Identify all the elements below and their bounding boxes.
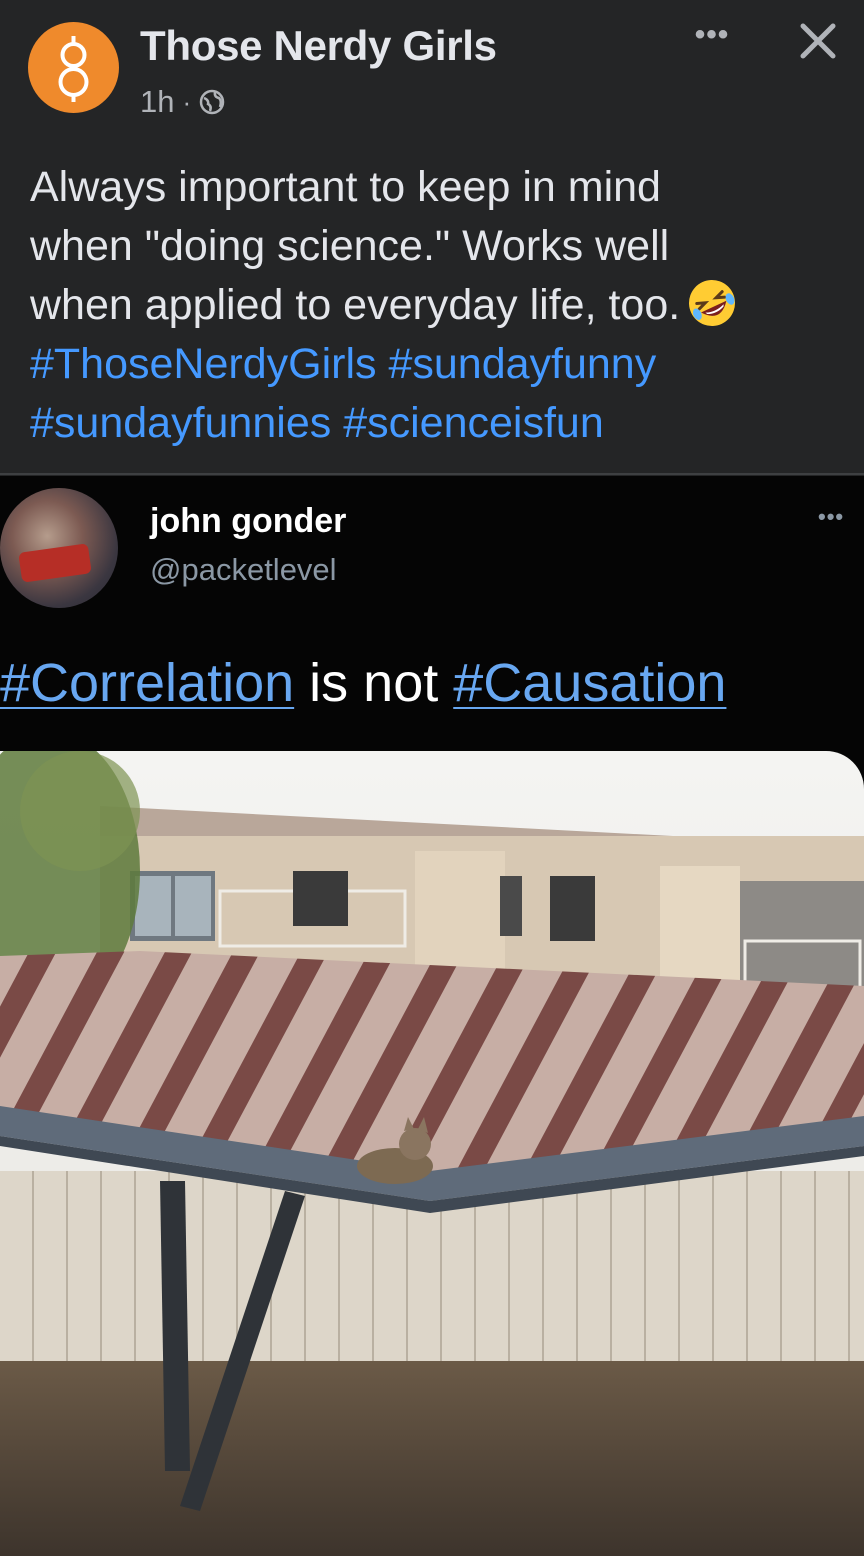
caption-line-2: when "doing science." Works well (30, 222, 670, 270)
caption-line-3: when applied to everyday life, too. (30, 276, 840, 335)
caption-line-3-text: when applied to everyday life, too. (30, 281, 681, 329)
rolling-on-floor-laughing-emoji (689, 280, 736, 326)
cat-on-bent-carport-photo (0, 751, 864, 1556)
globe-icon[interactable] (199, 89, 225, 115)
hashtag-link[interactable]: #scienceisfun (343, 399, 604, 447)
post-caption: Always important to keep in mind when "d… (30, 158, 840, 453)
post-meta: 1h · (140, 84, 225, 120)
tweet-text: #Correlation is not #Causation (0, 652, 726, 714)
post-more-button[interactable]: ••• (680, 18, 744, 58)
meta-separator: · (182, 86, 192, 117)
close-button[interactable] (795, 18, 841, 64)
hashtag-link[interactable]: #sundayfunnies (30, 399, 331, 447)
tweet-author: john gonder (150, 502, 347, 540)
hashtag-line-2: #sundayfunnies #scienceisfun (30, 394, 840, 453)
tweet-text-middle: is not (294, 653, 454, 713)
hashtag-link[interactable]: #ThoseNerdyGirls (30, 340, 377, 388)
page-name[interactable]: Those Nerdy Girls (140, 22, 497, 70)
close-icon (800, 23, 836, 59)
tweet-avatar (0, 488, 118, 608)
hashtag-line-1: #ThoseNerdyGirls #sundayfunny (30, 335, 840, 394)
post-header: Those Nerdy Girls 1h · ••• (0, 0, 864, 140)
caption-line-1: Always important to keep in mind (30, 163, 661, 211)
tweet-screenshot-image[interactable]: john gonder @packetlevel ••• #Correlatio… (0, 476, 864, 1556)
divider (0, 473, 864, 475)
tweet-more-icon: ••• (818, 504, 845, 529)
post-time[interactable]: 1h (140, 84, 174, 120)
tweet-handle: @packetlevel (150, 552, 337, 587)
tweet-hashtag-causation: #Causation (453, 653, 727, 713)
nerdy-girls-logo-icon (58, 36, 89, 102)
page-avatar[interactable] (28, 22, 119, 113)
hashtag-link[interactable]: #sundayfunny (388, 340, 656, 388)
tweet-hashtag-correlation: #Correlation (0, 653, 295, 713)
